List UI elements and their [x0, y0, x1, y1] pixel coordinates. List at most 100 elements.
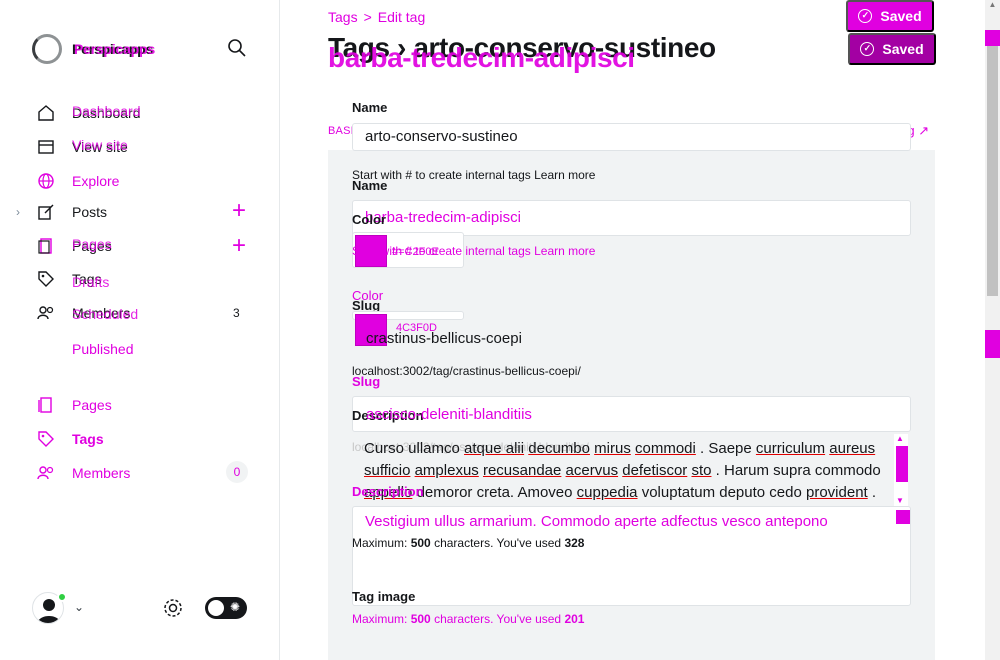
check-circle-icon: ✓ — [860, 42, 875, 56]
description-word: aureus — [829, 440, 876, 457]
nav-view-site-ghost: View site — [72, 137, 128, 153]
description-word: . Saepe — [700, 440, 752, 457]
gear-icon[interactable] — [162, 597, 184, 619]
scroll-up-icon[interactable]: ▲ — [896, 434, 904, 443]
nav-pages-2-label: Pages — [72, 397, 112, 413]
used-value-b: 201 — [564, 612, 585, 626]
name-label-ghost: Name — [352, 178, 388, 193]
nav-tags-2-label: Tags — [72, 431, 104, 447]
scroll-marker-bottom — [985, 330, 1000, 358]
description-word: commodi — [635, 440, 696, 457]
toggle-knob — [208, 600, 224, 616]
description-ghost-resize[interactable] — [896, 510, 910, 524]
nav-published-label: Published — [72, 341, 134, 357]
max-label-a: Maximum: — [352, 536, 408, 550]
online-status-icon — [57, 592, 67, 602]
description-word: curriculum — [755, 440, 826, 457]
description-word: provident — [806, 484, 868, 501]
description-word: atque alii — [464, 440, 525, 457]
chevron-down-icon[interactable]: ⌄ — [74, 600, 84, 614]
max-value-a: 500 — [410, 536, 431, 550]
nav-view-site[interactable]: View site View site — [36, 136, 128, 158]
scroll-up-arrow-icon[interactable]: ▲ — [987, 0, 998, 15]
nav-pages-ghost: Pages — [72, 236, 112, 252]
max-chars-a: Maximum: 500 characters. You've used 328 — [352, 536, 584, 550]
check-circle-icon: ✓ — [858, 9, 873, 23]
breadcrumb-separator: > — [363, 9, 372, 25]
nav-tags[interactable]: Tags Drafts — [36, 268, 109, 290]
description-word: cuppedia — [576, 484, 638, 501]
site-name-ghost: Perspicapps — [74, 41, 156, 57]
description-word: Curso ullamco — [364, 440, 460, 457]
nav-members-2-label: Members — [72, 465, 131, 481]
description-word: acervus — [565, 462, 619, 479]
sun-icon: ✺ — [230, 600, 241, 614]
members-icon — [36, 303, 56, 323]
description-text: Curso ullamco atque alii decumbo mirus c… — [364, 440, 898, 506]
site-logo-icon — [32, 34, 62, 64]
page-scroll-thumb[interactable] — [987, 46, 998, 296]
nav-members-2[interactable]: Members — [36, 462, 130, 484]
browser-icon — [36, 137, 56, 157]
main-content: Tags > Edit tag Tags › arto-conservo-susti… — [280, 0, 985, 660]
nav-tags-ghost: Drafts — [72, 274, 110, 290]
nav-pages-2[interactable]: Pages — [36, 394, 112, 416]
page-icon — [36, 236, 56, 256]
page-scrollbar[interactable]: ▲ — [985, 0, 1000, 660]
globe-icon — [36, 171, 56, 191]
saved-button[interactable]: ✓ Saved — [846, 0, 934, 32]
nav-members-ghost: Scheduled — [72, 306, 139, 322]
description-value-ghost: ascisco-deleniti-blanditiis — [366, 406, 532, 423]
nav-dashboard[interactable]: Dashboard Dashboard — [36, 102, 141, 124]
nav-posts[interactable]: Posts — [36, 201, 107, 223]
search-icon[interactable] — [227, 38, 247, 58]
members-2-count: 0 — [226, 461, 248, 483]
scroll-down-icon[interactable]: ▼ — [896, 496, 904, 505]
max-chars-b: Maximum: 500 characters. You've used 201 — [352, 612, 584, 626]
chevron-right-icon[interactable]: › — [16, 205, 20, 219]
scroll-marker-top — [985, 30, 1000, 46]
description-word: voluptatum deputo cedo — [641, 484, 802, 501]
description-label-ghost: Description — [352, 484, 424, 499]
description-ghost-text: Vestigium ullus armarium. Commodo aperte… — [365, 513, 828, 530]
home-icon — [36, 103, 56, 123]
description-word: recusandae — [482, 462, 562, 479]
description-word: sufficio — [364, 462, 411, 479]
dark-mode-toggle[interactable]: ✺ — [205, 597, 247, 619]
nav-explore-label: Explore — [72, 173, 120, 189]
nav-explore[interactable]: Explore — [36, 170, 119, 192]
max-value-b: 500 — [410, 612, 431, 626]
saved-button-secondary[interactable]: ✓ Saved — [848, 33, 936, 65]
name-hint: Start with # to create internal tags Lea… — [352, 168, 596, 182]
name-input[interactable]: arto-conservo-sustineo — [352, 123, 911, 151]
pages-icon — [36, 395, 56, 415]
nav-posts-label: Posts — [72, 204, 108, 220]
description-scrollbar[interactable]: ▲ ▼ — [894, 434, 908, 506]
description-word: amplexus — [414, 462, 479, 479]
description-word: sto — [691, 462, 712, 479]
description-textarea-ghost[interactable]: Vestigium ullus armarium. Commodo aperte… — [352, 506, 911, 606]
description-word: demoror creta. Amoveo — [416, 484, 573, 501]
description-textarea[interactable]: Curso ullamco atque alii decumbo mirus c… — [352, 434, 911, 506]
description-word: decumbo — [528, 440, 590, 457]
name-input-ghost[interactable]: barba-tredecim-adipisci — [352, 200, 911, 236]
breadcrumb-current: Edit tag — [377, 9, 426, 25]
breadcrumb-tags-link[interactable]: Tags — [328, 9, 358, 25]
nav-pages[interactable]: Pages Pages — [36, 235, 112, 257]
slug-value[interactable]: crastinus-bellicus-coepi — [366, 330, 522, 347]
add-post-icon[interactable]: + — [229, 199, 249, 223]
max-label-b: Maximum: — [352, 612, 408, 626]
breadcrumb: Tags > Edit tag — [328, 9, 425, 25]
used-label-b: characters. You've used — [434, 612, 562, 626]
nav-members[interactable]: Members Scheduled — [36, 302, 138, 324]
description-word: . — [871, 484, 877, 501]
used-label-a: characters. You've used — [434, 536, 562, 550]
add-page-icon[interactable]: + — [229, 234, 249, 258]
saved-button-label: Saved — [880, 8, 922, 24]
members-count: 3 — [233, 306, 240, 320]
slug-hint: localhost:3002/tag/crastinus-bellicus-co… — [352, 364, 581, 378]
nav-tags-2[interactable]: Tags — [36, 428, 104, 450]
tag-image-label: Tag image — [352, 589, 416, 604]
description-word: defetiscor — [622, 462, 688, 479]
description-scroll-thumb[interactable] — [896, 446, 908, 482]
